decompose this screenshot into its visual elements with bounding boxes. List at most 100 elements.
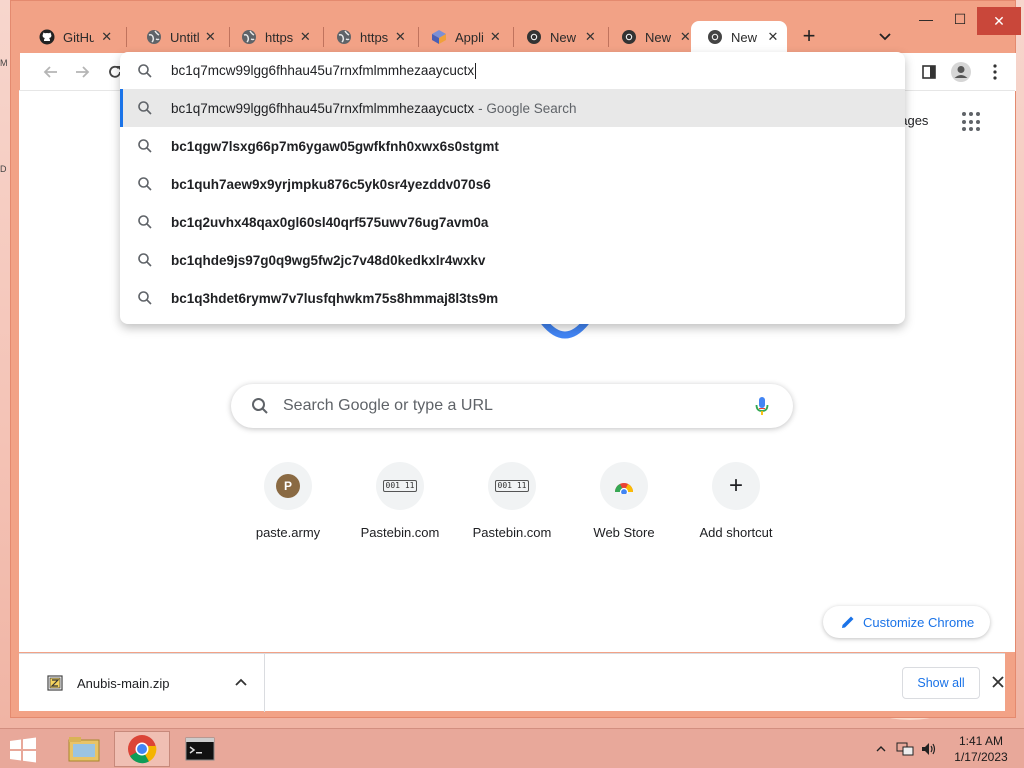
tab-close-icon[interactable]: ✕ xyxy=(680,29,691,45)
shortcut-icon-circle: 001 11 xyxy=(376,462,424,510)
shortcut-paste-army[interactable]: P paste.army xyxy=(232,462,344,552)
back-arrow-icon xyxy=(43,66,57,78)
volume-icon[interactable] xyxy=(920,739,938,759)
tab-title: GitHu xyxy=(63,29,95,45)
tab-title: New xyxy=(645,29,672,45)
github-icon xyxy=(39,29,55,45)
customize-chrome-button[interactable]: Customize Chrome xyxy=(823,606,990,638)
suggestion-item[interactable]: bc1q7mcw99lgg6fhhau45u7rnxfmlmmhezaaycuc… xyxy=(120,89,905,127)
minimize-button[interactable]: — xyxy=(909,7,943,31)
tab-close-icon[interactable]: ✕ xyxy=(490,29,501,45)
maximize-button[interactable]: ☐ xyxy=(943,7,977,31)
tab-title: https: xyxy=(265,29,294,45)
shortcut-icon-circle: P xyxy=(264,462,312,510)
tab-title: Applic xyxy=(455,29,484,45)
selection-indicator xyxy=(120,89,123,127)
system-clock[interactable]: 1:41 AM 1/17/2023 xyxy=(946,733,1016,765)
download-bar: Anubis-main.zip Show all xyxy=(19,653,1007,712)
search-icon xyxy=(137,214,153,230)
search-icon xyxy=(137,138,153,154)
search-placeholder: Search Google or type a URL xyxy=(283,397,493,414)
suggestion-suffix: - Google Search xyxy=(478,100,577,116)
forward-button[interactable] xyxy=(71,61,93,83)
shortcut-label: Web Store xyxy=(593,525,655,540)
add-shortcut-button[interactable]: + Add shortcut xyxy=(680,462,792,552)
shortcut-pastebin-1[interactable]: 001 11 Pastebin.com xyxy=(344,462,456,552)
suggestion-item[interactable]: bc1q2uvhx48qax0gl60sl40qrf575uwv76ug7avm… xyxy=(120,203,905,241)
suggestion-item[interactable]: bc1qgw7lsxg66p7m6ygaw05gwfkfnh0xwx6s0stg… xyxy=(120,127,905,165)
close-download-bar-icon[interactable] xyxy=(989,673,1007,691)
new-tab-button[interactable]: + xyxy=(797,25,821,49)
tab-close-icon[interactable]: ✕ xyxy=(300,29,311,45)
suggestion-item[interactable]: bc1qhde9js97g0q9wg5fw2jc7v48d0kedkxlr4wx… xyxy=(120,241,905,279)
close-window-button[interactable]: ✕ xyxy=(977,7,1021,35)
chrome-icon xyxy=(621,29,637,45)
shortcut-icon-circle: 001 11 xyxy=(488,462,536,510)
tab-https-2[interactable]: https: ✕ xyxy=(320,21,414,53)
tab-https-1[interactable]: https: ✕ xyxy=(225,21,319,53)
taskbar-chrome[interactable] xyxy=(114,731,170,767)
taskbar: 1:41 AM 1/17/2023 xyxy=(0,728,1024,768)
address-bar-value[interactable]: bc1q7mcw99lgg6fhhau45u7rnxfmlmmhezaaycuc… xyxy=(171,63,477,80)
shortcut-label: Pastebin.com xyxy=(360,525,440,540)
tab-close-icon[interactable]: ✕ xyxy=(585,29,596,45)
desktop-edge-text: M xyxy=(0,58,8,68)
address-bar[interactable]: bc1q7mcw99lgg6fhhau45u7rnxfmlmmhezaaycuc… xyxy=(120,52,905,90)
suggestion-text: bc1q7mcw99lgg6fhhau45u7rnxfmlmmhezaaycuc… xyxy=(171,100,475,116)
tab-untitled[interactable]: Untitl ✕ xyxy=(130,21,224,53)
tab-close-icon[interactable]: ✕ xyxy=(395,29,406,45)
suggestion-item[interactable]: bc1q3hdet6rymw7v7lusfqhwkm75s8hmmaj8l3ts… xyxy=(120,279,905,317)
tab-title: Untitl xyxy=(170,29,199,45)
google-apps-icon[interactable] xyxy=(962,112,982,132)
search-icon xyxy=(137,100,153,116)
profile-avatar-icon[interactable] xyxy=(950,61,972,83)
back-button[interactable] xyxy=(40,61,62,83)
shortcut-icon-circle xyxy=(600,462,648,510)
tab-new-tab-active[interactable]: New ✕ xyxy=(691,21,787,53)
network-icon[interactable] xyxy=(896,739,914,759)
clock-date: 1/17/2023 xyxy=(954,750,1008,764)
tab-close-icon[interactable]: ✕ xyxy=(767,29,779,45)
windows-start-button[interactable] xyxy=(8,737,38,763)
tab-new-tab-2[interactable]: New ✕ xyxy=(605,21,699,53)
globe-icon xyxy=(241,29,257,45)
tab-github[interactable]: GitHu ✕ xyxy=(23,21,121,53)
plus-icon: + xyxy=(712,462,760,510)
chevron-up-icon xyxy=(235,678,247,686)
shortcut-label: Pastebin.com xyxy=(472,525,552,540)
text-caret xyxy=(475,63,477,80)
pencil-icon xyxy=(842,616,854,628)
show-all-downloads-button[interactable]: Show all xyxy=(902,667,980,699)
tab-search-chevron-icon[interactable] xyxy=(875,27,895,47)
forward-arrow-icon xyxy=(76,66,90,78)
chrome-icon xyxy=(526,29,542,45)
suggestion-item[interactable]: bc1quh7aew9x9yrjmpku876c5yk0sr4yezddv070… xyxy=(120,165,905,203)
tab-close-icon[interactable]: ✕ xyxy=(100,29,113,45)
search-icon xyxy=(251,397,269,415)
suggestion-text: bc1q3hdet6rymw7v7lusfqhwkm75s8hmmaj8l3ts… xyxy=(171,290,499,306)
paste-army-favicon: P xyxy=(276,474,300,498)
app-cube-icon xyxy=(431,29,447,45)
search-icon xyxy=(137,176,153,192)
taskbar-file-explorer[interactable] xyxy=(56,731,112,767)
tray-show-hidden-icon[interactable] xyxy=(876,739,886,759)
tab-new-tab-1[interactable]: New T ✕ xyxy=(510,21,604,53)
kebab-menu-icon[interactable] xyxy=(984,61,1006,83)
webstore-icon xyxy=(615,483,633,494)
tab-close-icon[interactable]: ✕ xyxy=(205,29,216,45)
omnibox-dropdown: bc1q7mcw99lgg6fhhau45u7rnxfmlmmhezaaycuc… xyxy=(120,52,905,324)
taskbar-command-prompt[interactable] xyxy=(172,731,228,767)
side-panel-icon[interactable] xyxy=(918,61,940,83)
google-search-box[interactable]: Search Google or type a URL xyxy=(231,384,793,428)
shortcut-pastebin-2[interactable]: 001 11 Pastebin.com xyxy=(456,462,568,552)
tab-strip: GitHu ✕ Untitl ✕ https: ✕ https: xyxy=(11,1,1021,53)
download-item[interactable]: Anubis-main.zip xyxy=(19,654,265,712)
suggestion-text: bc1quh7aew9x9yrjmpku876c5yk0sr4yezddv070… xyxy=(171,176,491,192)
suggestion-text: bc1qgw7lsxg66p7m6ygaw05gwfkfnh0xwx6s0stg… xyxy=(171,138,499,154)
tab-application[interactable]: Applic ✕ xyxy=(415,21,509,53)
shortcut-web-store[interactable]: Web Store xyxy=(568,462,680,552)
microphone-icon[interactable] xyxy=(754,396,770,421)
search-icon xyxy=(137,252,153,268)
tab-separator xyxy=(126,27,127,47)
customize-label: Customize Chrome xyxy=(863,614,975,630)
